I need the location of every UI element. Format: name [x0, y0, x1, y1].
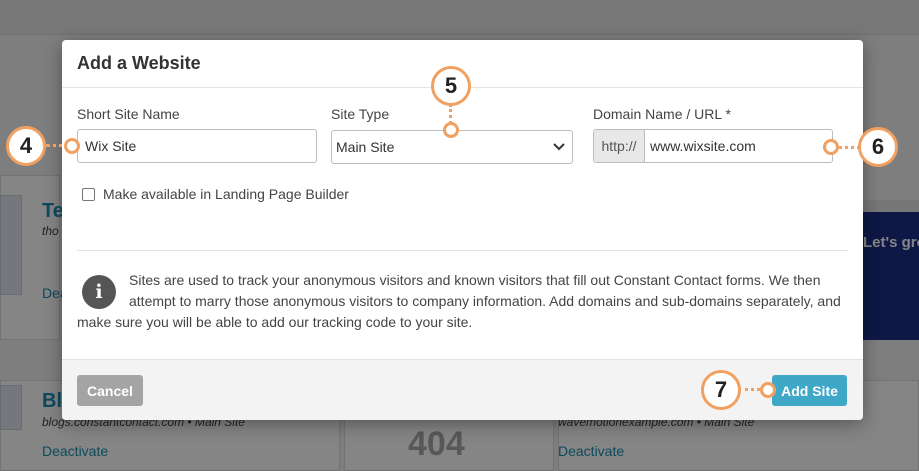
cancel-button[interactable]: Cancel [77, 375, 143, 406]
callout-anchor-dot [823, 139, 839, 155]
short-site-name-input[interactable]: Wix Site [77, 129, 317, 163]
domain-input-group: http:// www.wixsite.com [593, 129, 833, 163]
callout-7: 7 [701, 370, 741, 410]
callout-4: 4 [6, 126, 46, 166]
modal-divider [77, 250, 848, 251]
chevron-down-icon [550, 138, 568, 156]
callout-anchor-dot [64, 138, 80, 154]
site-type-selected-value: Main Site [336, 139, 395, 155]
callout-anchor-dot [443, 122, 459, 138]
landing-page-builder-checkbox[interactable] [82, 187, 95, 201]
info-message-text: Sites are used to track your anonymous v… [77, 272, 841, 330]
add-site-button[interactable]: Add Site [772, 375, 847, 406]
callout-anchor-dot [760, 382, 776, 398]
domain-url-input[interactable]: www.wixsite.com [645, 130, 832, 162]
info-message: Sites are used to track your anonymous v… [77, 270, 847, 333]
info-icon-spacer [77, 270, 129, 312]
callout-6: 6 [858, 127, 898, 167]
site-type-label: Site Type [331, 106, 390, 122]
short-site-name-label: Short Site Name [77, 106, 180, 122]
callout-5: 5 [431, 66, 471, 106]
http-prefix-addon: http:// [594, 130, 645, 162]
landing-page-builder-option[interactable]: Make available in Landing Page Builder [82, 186, 349, 202]
modal-title: Add a Website [77, 53, 201, 73]
landing-page-builder-label: Make available in Landing Page Builder [103, 186, 349, 202]
callout-connector [449, 104, 452, 124]
domain-name-label: Domain Name / URL * [593, 106, 731, 122]
